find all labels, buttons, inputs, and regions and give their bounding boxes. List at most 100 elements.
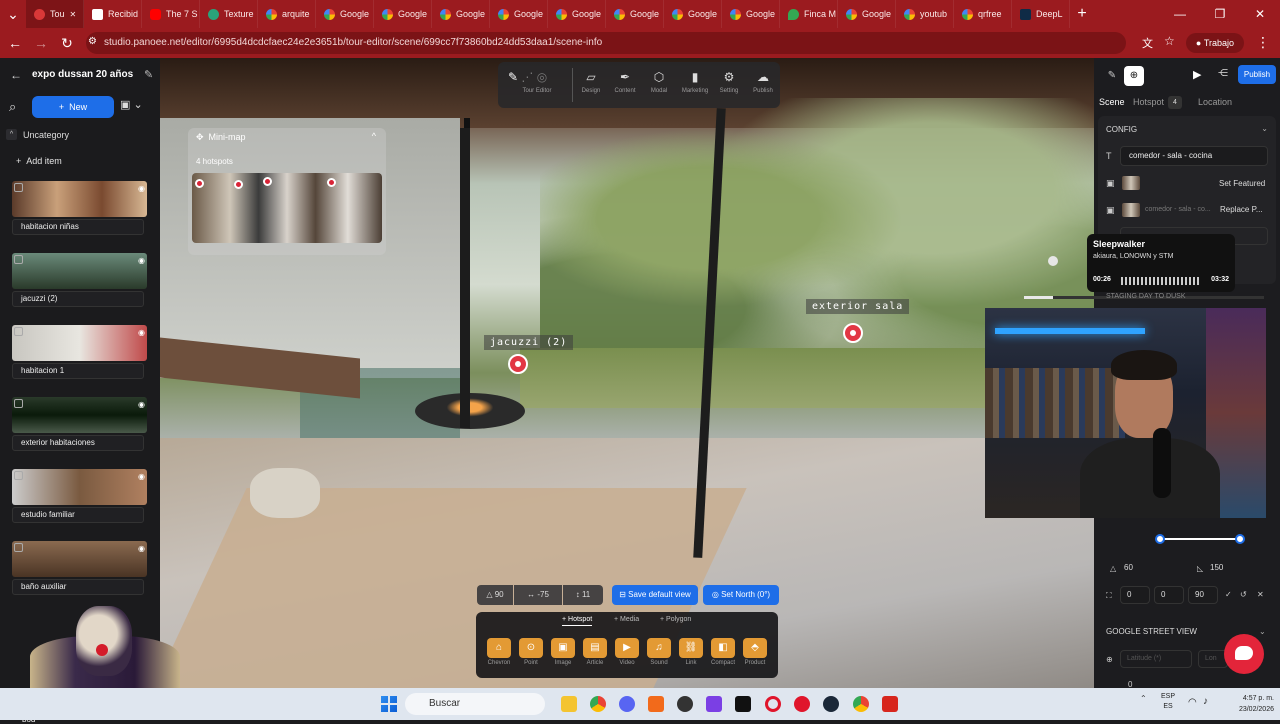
browser-tab[interactable]: Google (490, 0, 548, 28)
steam-icon[interactable] (823, 696, 839, 712)
browser-tab[interactable]: The 7 S (142, 0, 200, 28)
set-north-button[interactable]: ◎ Set North (0°) (703, 585, 779, 605)
back-to-tours-icon[interactable]: ← (10, 68, 22, 82)
hotspot-type-point[interactable]: ⊙ Point (518, 638, 544, 666)
browser-tab[interactable]: Texture (200, 0, 258, 28)
minimap-collapse-icon[interactable]: ^ (372, 131, 376, 141)
hotspot-type-article[interactable]: ▤ Article (582, 638, 608, 666)
minimap-panorama[interactable] (192, 173, 382, 243)
edit-pencil-icon[interactable]: ✎ (144, 68, 153, 81)
browser-tab[interactable]: Google (432, 0, 490, 28)
browser-tab[interactable]: Finca M (780, 0, 838, 28)
browser-tab[interactable]: youtub (896, 0, 954, 28)
scene-checkbox[interactable] (14, 399, 23, 408)
tab-scene[interactable]: Scene (1099, 97, 1125, 107)
opera-icon[interactable] (765, 696, 781, 712)
tab-search-chevron-icon[interactable]: ⌄ (0, 6, 26, 23)
toolbar-setting[interactable]: ⚙ Setting (712, 66, 746, 94)
hotspot-type-link[interactable]: ⛓ Link (678, 638, 704, 666)
share-icon[interactable]: ⋲ (1218, 68, 1228, 79)
browser-tab[interactable]: qrfree (954, 0, 1012, 28)
forward-icon[interactable]: → (28, 35, 54, 51)
youtube-music-icon[interactable] (794, 696, 810, 712)
scene-checkbox[interactable] (14, 543, 23, 552)
globe-mode-icon[interactable]: ⊕ (1124, 66, 1144, 86)
language-indicator[interactable]: ESP ES (1161, 692, 1175, 712)
scene-checkbox[interactable] (14, 327, 23, 336)
hotspot-type-chevron[interactable]: ⌂ Chevron (486, 638, 512, 666)
new-tab-button[interactable]: + (1070, 0, 1094, 28)
hotspot-label-exterior-sala[interactable]: exterior sala (806, 299, 910, 314)
wifi-icon[interactable]: ◠ (1188, 697, 1197, 708)
restore-icon[interactable]: ❐ (1200, 0, 1240, 28)
set-featured-button[interactable]: Set Featured (1219, 179, 1265, 188)
scene-name[interactable]: exterior habitaciones (12, 435, 144, 451)
chatgpt-icon[interactable] (677, 696, 693, 712)
browser-tab[interactable]: Google (606, 0, 664, 28)
toolbar-marketing[interactable]: ▮ Marketing (678, 66, 712, 94)
chrome-icon[interactable] (590, 696, 606, 712)
scene-list-item[interactable]: ◉ jacuzzi (2) (12, 253, 147, 309)
eye-icon[interactable]: ◉ (138, 328, 145, 337)
capcut-icon[interactable] (735, 696, 751, 712)
system-tray-icons[interactable]: ⌃ (1140, 694, 1147, 703)
app-purple-icon[interactable] (706, 696, 722, 712)
hotspot-type-compact[interactable]: ◧ Compact (710, 638, 736, 666)
reload-icon[interactable]: ↻ (54, 35, 80, 52)
close-tab-icon[interactable]: ✕ (70, 10, 77, 19)
hotspot-type-sound[interactable]: ♫ Sound (646, 638, 672, 666)
scene-checkbox[interactable] (14, 255, 23, 264)
back-icon[interactable]: ← (2, 35, 28, 51)
taskbar-search-box[interactable]: Buscar (405, 693, 545, 715)
latitude-input[interactable]: Latitude (*) (1120, 650, 1192, 668)
value-field-3[interactable]: 90 (1188, 586, 1218, 604)
fov-field[interactable]: △ 90 (477, 585, 513, 605)
replace-panorama-button[interactable]: Replace P... (1220, 205, 1263, 214)
minimize-icon[interactable]: — (1160, 0, 1200, 28)
chevron-down-icon[interactable]: ⌄ (1261, 124, 1268, 133)
fov-range-min-handle[interactable] (1155, 534, 1165, 544)
tab-hotspot[interactable]: Hotspot (1133, 97, 1164, 107)
toolbar-modal[interactable]: ⬡ Modal (642, 66, 676, 94)
fov-range-track[interactable] (1160, 538, 1240, 540)
minimap-hotspot-dot[interactable] (234, 180, 243, 189)
max-fov-field[interactable]: 150 (1204, 560, 1270, 578)
browser-tab[interactable]: Recibid (84, 0, 142, 28)
close-window-icon[interactable]: ✕ (1240, 0, 1280, 28)
hotspot-bar-tab[interactable]: + Hotspot (562, 616, 593, 626)
category-collapse-icon[interactable]: ^ (6, 129, 17, 140)
browser-menu-icon[interactable]: ⋮ (1256, 34, 1270, 51)
volume-icon[interactable]: ♪ (1203, 696, 1208, 707)
chevron-down-icon[interactable]: ⌄ (1259, 627, 1266, 636)
reset-icon[interactable]: ↺ (1240, 590, 1247, 599)
hotspot-bar-tab[interactable]: + Media (614, 616, 639, 623)
file-explorer-icon[interactable] (561, 696, 577, 712)
toolbar-tour-editor[interactable]: ✎ ⋰ ◎ Tour Editor (502, 66, 572, 94)
bookmark-star-icon[interactable]: ☆ (1164, 34, 1175, 48)
browser-tab[interactable]: arquite (258, 0, 316, 28)
scene-thumbnail[interactable] (12, 541, 147, 577)
url-field[interactable]: studio.panoee.net/editor/6995d4dcdcfaec2… (86, 32, 1126, 54)
scene-checkbox[interactable] (14, 183, 23, 192)
scene-thumbnail[interactable] (12, 397, 147, 433)
eye-icon[interactable]: ◉ (138, 472, 145, 481)
acrobat-icon[interactable] (882, 696, 898, 712)
hotspot-pin-icon[interactable] (508, 354, 528, 374)
scene-name[interactable]: estudio familiar (12, 507, 144, 523)
minimap-hotspot-dot[interactable] (195, 179, 204, 188)
scene-list-item[interactable]: ◉ habitacion 1 (12, 325, 147, 381)
scene-list-item[interactable]: ◉ estudio familiar (12, 469, 147, 525)
eye-icon[interactable]: ◉ (138, 256, 145, 265)
search-icon[interactable]: ⌕ (9, 99, 16, 115)
scene-thumbnail[interactable] (12, 325, 147, 361)
browser-tab[interactable]: Google (722, 0, 780, 28)
scene-name[interactable]: habitacion 1 (12, 363, 144, 379)
scene-list-item[interactable]: ◉ habitacion niñas (12, 181, 147, 237)
pan-field[interactable]: ↔ -75 (514, 585, 562, 605)
toolbar-content[interactable]: ✒ Content (608, 66, 642, 94)
scene-checkbox[interactable] (14, 471, 23, 480)
hotspot-type-video[interactable]: ▶ Video (614, 638, 640, 666)
confirm-check-icon[interactable]: ✓ (1225, 590, 1232, 599)
app-orange-icon[interactable] (648, 696, 664, 712)
browser-tab[interactable]: Google (374, 0, 432, 28)
